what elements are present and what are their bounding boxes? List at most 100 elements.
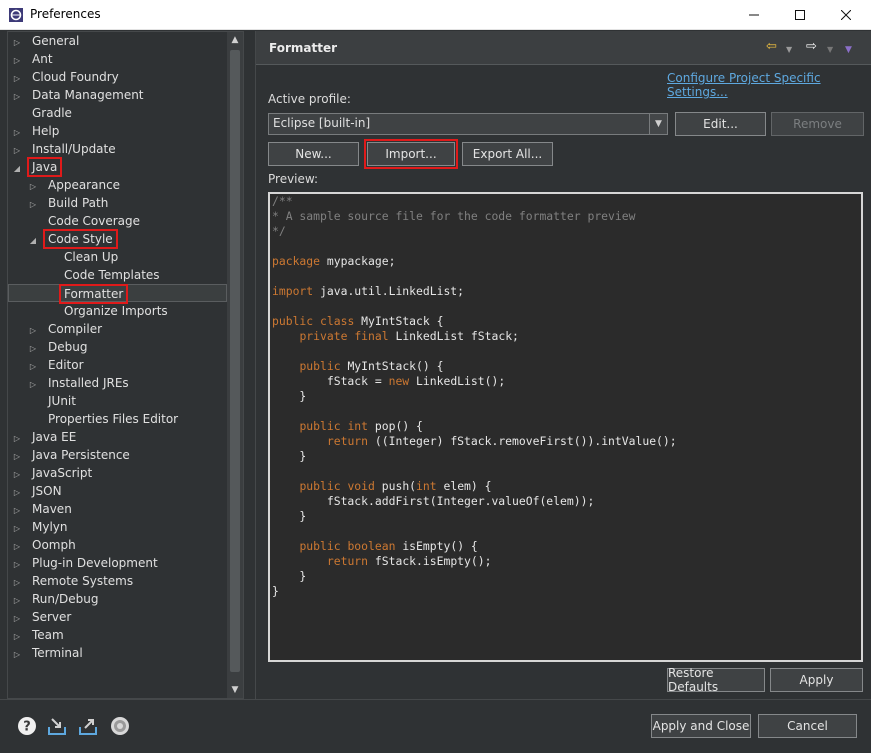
tree-item[interactable]: ▷ Team: [12, 626, 66, 644]
tree-item[interactable]: Formatter: [8, 284, 227, 304]
eclipse-app-icon: [9, 8, 23, 22]
code-line: */: [272, 224, 861, 239]
scrollbar-thumb[interactable]: [230, 50, 240, 672]
tree-item[interactable]: ▷ JavaScript: [12, 464, 94, 482]
code-keyword: final: [354, 329, 389, 343]
back-arrow-icon[interactable]: ⇦: [766, 40, 777, 54]
tree-item[interactable]: ▷ Run/Debug: [12, 590, 101, 608]
tree-item[interactable]: ▷ Java Persistence: [12, 446, 132, 464]
tree-item[interactable]: Clean Up: [44, 248, 120, 266]
apply-button[interactable]: Apply: [770, 668, 863, 692]
remove-button[interactable]: Remove: [771, 112, 864, 136]
tree-item[interactable]: ▷ Ant: [12, 50, 55, 68]
tree-item[interactable]: ▷ Remote Systems: [12, 572, 135, 590]
help-icon[interactable]: ?: [16, 715, 38, 737]
back-dropdown-icon[interactable]: ▼: [786, 43, 792, 57]
tree-item-label: Data Management: [32, 88, 144, 102]
tree-item-label: Java EE: [32, 430, 77, 444]
tree-item[interactable]: ◢ Code Style: [28, 229, 118, 250]
import-prefs-icon[interactable]: [46, 715, 68, 737]
edit-button[interactable]: Edit...: [675, 112, 766, 136]
tree-item[interactable]: ▷ Build Path: [28, 194, 110, 212]
code-line: private final LinkedList fStack;: [272, 329, 861, 344]
code-token: fStack.addFirst(Integer.valueOf(elem));: [272, 494, 595, 508]
tree-item[interactable]: Properties Files Editor: [28, 410, 180, 428]
tree-item[interactable]: ◢ Java: [12, 157, 63, 178]
tree-item[interactable]: ▷ Java EE: [12, 428, 78, 446]
tree-item[interactable]: ▷ Plug-in Development: [12, 554, 160, 572]
forward-arrow-icon[interactable]: ⇨: [806, 40, 817, 54]
configure-project-link[interactable]: Configure Project Specific Settings...: [667, 71, 871, 99]
tree-item-label: JSON: [32, 484, 62, 498]
scroll-up-icon[interactable]: ▲: [227, 32, 243, 48]
import-button[interactable]: Import...: [364, 139, 458, 169]
tree-item[interactable]: ▷ Help: [12, 122, 61, 140]
tree-item[interactable]: ▷ Terminal: [12, 644, 85, 662]
code-keyword: package: [272, 254, 321, 268]
tree-item[interactable]: ▷ Mylyn: [12, 518, 70, 536]
restore-defaults-button[interactable]: Restore Defaults: [667, 666, 765, 694]
active-profile-label: Active profile:: [268, 92, 351, 106]
cancel-button[interactable]: Cancel: [758, 714, 857, 738]
code-token: }: [272, 389, 307, 403]
code-line: public void push(int elem) {: [272, 479, 861, 494]
tree-item[interactable]: ▷ Data Management: [12, 86, 146, 104]
export-prefs-icon[interactable]: [77, 715, 99, 737]
tree-item[interactable]: ▷ General: [12, 32, 81, 50]
code-line: }: [272, 389, 861, 404]
tree-item-label: Installed JREs: [48, 376, 129, 390]
tree-scrollbar[interactable]: ▲ ▼: [227, 32, 243, 698]
code-line: }: [272, 569, 861, 584]
profile-select[interactable]: Eclipse [built-in] ▼: [268, 113, 668, 135]
code-token: }: [272, 569, 307, 583]
tree-item[interactable]: JUnit: [28, 392, 78, 410]
profile-select-value: Eclipse [built-in]: [273, 116, 371, 130]
tree-item[interactable]: ▷ Install/Update: [12, 140, 118, 158]
tree-item[interactable]: ▷ Debug: [28, 338, 89, 356]
apply-and-close-button[interactable]: Apply and Close: [651, 714, 751, 738]
tree-collapse-icon[interactable]: ◢: [12, 160, 22, 178]
tree-item[interactable]: ▷ Compiler: [28, 320, 104, 338]
export-all-button[interactable]: Export All...: [462, 142, 553, 166]
code-line: return ((Integer) fStack.removeFirst()).…: [272, 434, 861, 449]
scroll-down-icon[interactable]: ▼: [227, 682, 243, 698]
tree-item-label: General: [32, 34, 80, 48]
maximize-button[interactable]: [777, 0, 823, 30]
code-token: java.util.LinkedList;: [313, 284, 465, 298]
view-menu-icon[interactable]: ▼: [845, 43, 852, 57]
tree-item[interactable]: ▷ JSON: [12, 482, 64, 500]
code-line: public MyIntStack() {: [272, 359, 861, 374]
tree-item[interactable]: ▷ Appearance: [28, 176, 122, 194]
code-keyword: public: [299, 479, 341, 493]
tree-item[interactable]: ▷ Maven: [12, 500, 74, 518]
tree-item[interactable]: Gradle: [12, 104, 74, 122]
tree-item[interactable]: Code Templates: [44, 266, 162, 284]
tree-collapse-icon[interactable]: ◢: [28, 232, 38, 250]
new-button[interactable]: New...: [268, 142, 359, 166]
tree-item-label: Build Path: [48, 196, 109, 210]
minimize-button[interactable]: [731, 0, 777, 30]
tree-expand-icon[interactable]: ▷: [12, 646, 22, 664]
tree-item[interactable]: ▷ Editor: [28, 356, 86, 374]
code-token: }: [272, 449, 307, 463]
svg-text:?: ?: [23, 720, 31, 735]
close-button[interactable]: [823, 0, 869, 30]
code-line: public int pop() {: [272, 419, 861, 434]
oomph-icon[interactable]: [109, 715, 131, 737]
tree-item[interactable]: ▷ Server: [12, 608, 73, 626]
tree-item-label: Properties Files Editor: [48, 412, 179, 426]
tree-item[interactable]: ▷ Oomph: [12, 536, 78, 554]
code-token: }: [272, 509, 307, 523]
code-token: MyIntStack() {: [340, 359, 444, 373]
tree-item-label: Code Coverage: [48, 214, 141, 228]
chevron-down-icon[interactable]: ▼: [649, 114, 667, 134]
tree-item[interactable]: ▷ Installed JREs: [28, 374, 131, 392]
tree-item[interactable]: Code Coverage: [28, 212, 142, 230]
forward-dropdown-icon[interactable]: ▼: [827, 43, 833, 57]
tree-item[interactable]: Organize Imports: [44, 302, 170, 320]
tree-item-label: Ant: [32, 52, 53, 66]
tree-item[interactable]: ▷ Cloud Foundry: [12, 68, 121, 86]
tree-item-label: Install/Update: [32, 142, 116, 156]
